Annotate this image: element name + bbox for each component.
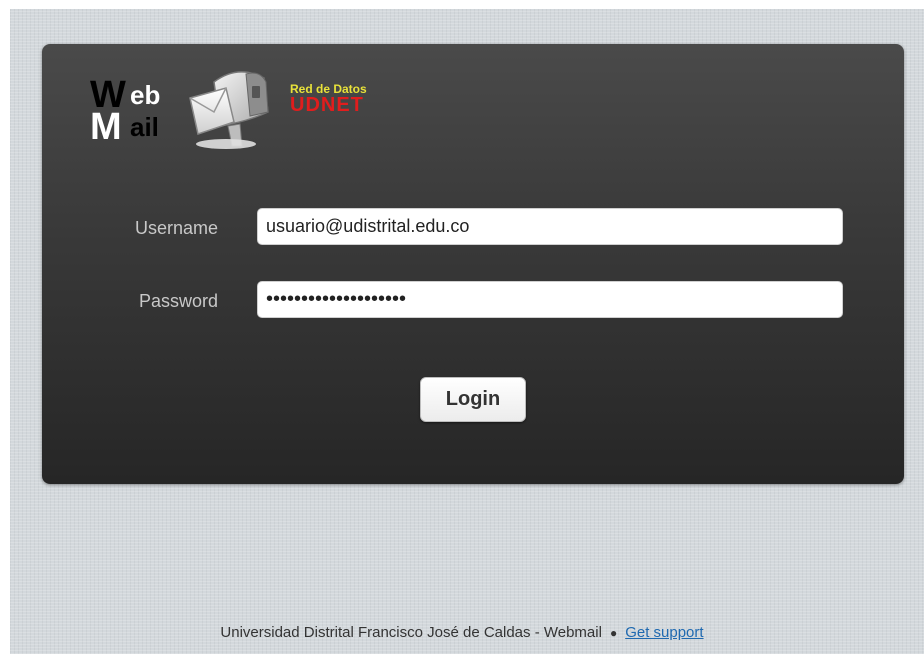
username-label: Username (134, 218, 218, 238)
logo-area: W eb M ail Red de Datos UDNET (90, 60, 420, 170)
password-label: Password (138, 291, 218, 311)
get-support-link[interactable]: Get support (625, 624, 703, 641)
login-button[interactable]: Login (420, 377, 526, 422)
udnet-logo-title: UDNET (290, 94, 364, 116)
footer-separator: ● (609, 626, 618, 640)
mailbox-icon (186, 60, 282, 152)
webmail-logo-eb: eb (130, 80, 161, 110)
footer: Universidad Distrital Francisco José de … (0, 624, 924, 641)
webmail-logo-m: M (90, 106, 122, 148)
username-row: Username usuario@udistrital.edu.co (42, 208, 904, 248)
username-input[interactable]: usuario@udistrital.edu.co (257, 208, 843, 245)
login-panel: W eb M ail Red de Datos UDNET Username u… (42, 44, 904, 484)
password-input[interactable]: •••••••••••••••••••• (257, 281, 843, 318)
password-row: Password •••••••••••••••••••• (42, 281, 904, 321)
webmail-logo: W eb M ail (90, 74, 190, 148)
udnet-logo: Red de Datos UDNET (290, 82, 410, 122)
webmail-logo-ail: ail (130, 112, 159, 142)
footer-text: Universidad Distrital Francisco José de … (220, 624, 602, 641)
